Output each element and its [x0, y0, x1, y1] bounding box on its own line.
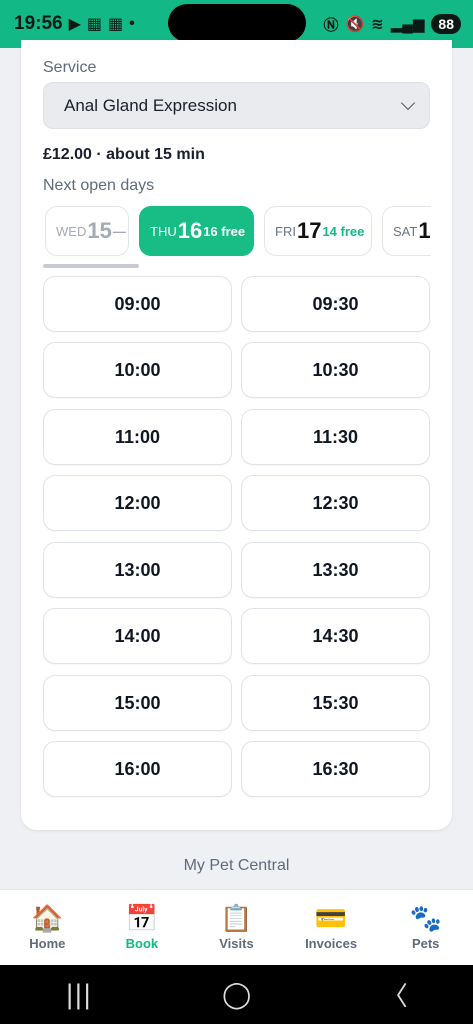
house-icon: 🏠 — [31, 903, 64, 933]
status-left: 19:56 ▶ ▦ ▦ • — [14, 13, 135, 35]
chevron-down-icon — [400, 95, 416, 110]
time-slot[interactable]: 13:30 — [241, 542, 430, 598]
nav-item-home[interactable]: 🏠 Home — [2, 904, 92, 951]
paw-icon: 🐾 — [409, 903, 442, 933]
status-right: Ⓝ 🔇 ≋ ▂▄▆ 88 — [323, 14, 461, 35]
nav-label: Pets — [411, 936, 440, 951]
nav-label: Book — [125, 936, 159, 951]
play-store-icon: ▶ — [68, 16, 81, 33]
home-circle-icon[interactable]: ◯ — [222, 980, 251, 1010]
footer-brand: My Pet Central — [183, 857, 290, 874]
day-free: 14 free — [322, 223, 365, 239]
calendar-icon: ▦ — [108, 16, 124, 33]
time-slot[interactable]: 11:30 — [241, 409, 430, 465]
next-days-label: Next open days — [43, 177, 155, 194]
back-icon[interactable]: 〈 — [382, 976, 408, 1013]
time-slot[interactable]: 13:00 — [43, 542, 232, 598]
time-slot[interactable]: 16:00 — [43, 741, 232, 797]
day-dow: WED — [56, 223, 87, 239]
day-num: 16 — [177, 218, 203, 243]
clipboard-icon: 📋 — [220, 903, 253, 933]
booking-card: Service Anal Gland Expression £12.00 · a… — [21, 40, 452, 830]
time-slot[interactable]: 15:30 — [241, 675, 430, 731]
time-slot[interactable]: 10:00 — [43, 342, 232, 398]
day-strip[interactable]: WED 15 — THU 16 16 free FRI 17 14 free S… — [43, 206, 431, 258]
day-num: 1 — [418, 218, 431, 243]
dot-icon: • — [129, 15, 135, 32]
calendar-icon: ▦ — [86, 16, 103, 33]
bottom-nav: 🏠 Home 📅 Book 📋 Visits 💳 Invoices 🐾 Pets — [0, 889, 473, 965]
calendar-icon: 📅 — [125, 903, 159, 933]
wifi-icon: ≋ — [371, 16, 384, 33]
mute-icon: 🔇 — [345, 16, 365, 33]
nav-item-visits[interactable]: 📋 Visits — [191, 904, 281, 951]
nav-item-pets[interactable]: 🐾 Pets — [381, 904, 471, 951]
day-chip-thu[interactable]: THU 16 16 free — [139, 206, 254, 256]
nav-item-book[interactable]: 📅 Book — [97, 904, 187, 951]
time-slot[interactable]: 10:30 — [241, 342, 430, 398]
signal-icon: ▂▄▆ — [390, 16, 425, 33]
day-free: — — [112, 223, 126, 239]
time-slot[interactable]: 15:00 — [43, 675, 232, 731]
day-chip-fri[interactable]: FRI 17 14 free — [264, 206, 372, 256]
nav-label: Visits — [219, 936, 254, 951]
status-time: 19:56 — [14, 13, 63, 34]
nav-label: Home — [29, 936, 66, 951]
service-select[interactable]: Anal Gland Expression — [43, 82, 430, 129]
day-chip-sat[interactable]: SAT 1 — [382, 206, 431, 256]
time-slot[interactable]: 11:00 — [43, 409, 232, 465]
time-slot[interactable]: 14:00 — [43, 608, 232, 664]
service-label: Service — [43, 59, 97, 76]
day-dow: FRI — [275, 223, 296, 239]
time-slot[interactable]: 16:30 — [241, 741, 430, 797]
nfc-icon: Ⓝ — [323, 16, 339, 34]
camera-cutout — [168, 4, 306, 42]
time-slot[interactable]: 12:30 — [241, 475, 430, 531]
day-chip-wed[interactable]: WED 15 — — [45, 206, 129, 256]
service-select-value: Anal Gland Expression — [64, 95, 237, 115]
day-strip-scrollbar[interactable] — [43, 264, 139, 268]
credit-card-icon: 💳 — [314, 903, 348, 933]
nav-item-invoices[interactable]: 💳 Invoices — [286, 904, 376, 951]
time-slot[interactable]: 12:00 — [43, 475, 232, 531]
price-duration: £12.00 · about 15 min — [43, 146, 205, 163]
time-slot[interactable]: 14:30 — [241, 608, 430, 664]
time-slot[interactable]: 09:00 — [43, 276, 232, 332]
system-nav-bar: ||| ◯ 〈 — [0, 965, 473, 1024]
day-dow: SAT — [393, 223, 418, 239]
time-slot[interactable]: 09:30 — [241, 276, 430, 332]
day-num: 17 — [296, 218, 322, 243]
screen: 19:56 ▶ ▦ ▦ • Ⓝ 🔇 ≋ ▂▄▆ 88 Service Anal … — [0, 0, 473, 1024]
day-dow: THU — [150, 223, 177, 239]
day-num: 15 — [87, 218, 112, 243]
battery-indicator: 88 — [431, 14, 461, 34]
recent-apps-icon[interactable]: ||| — [65, 980, 91, 1010]
day-free: 16 free — [203, 223, 246, 239]
nav-label: Invoices — [305, 936, 358, 951]
